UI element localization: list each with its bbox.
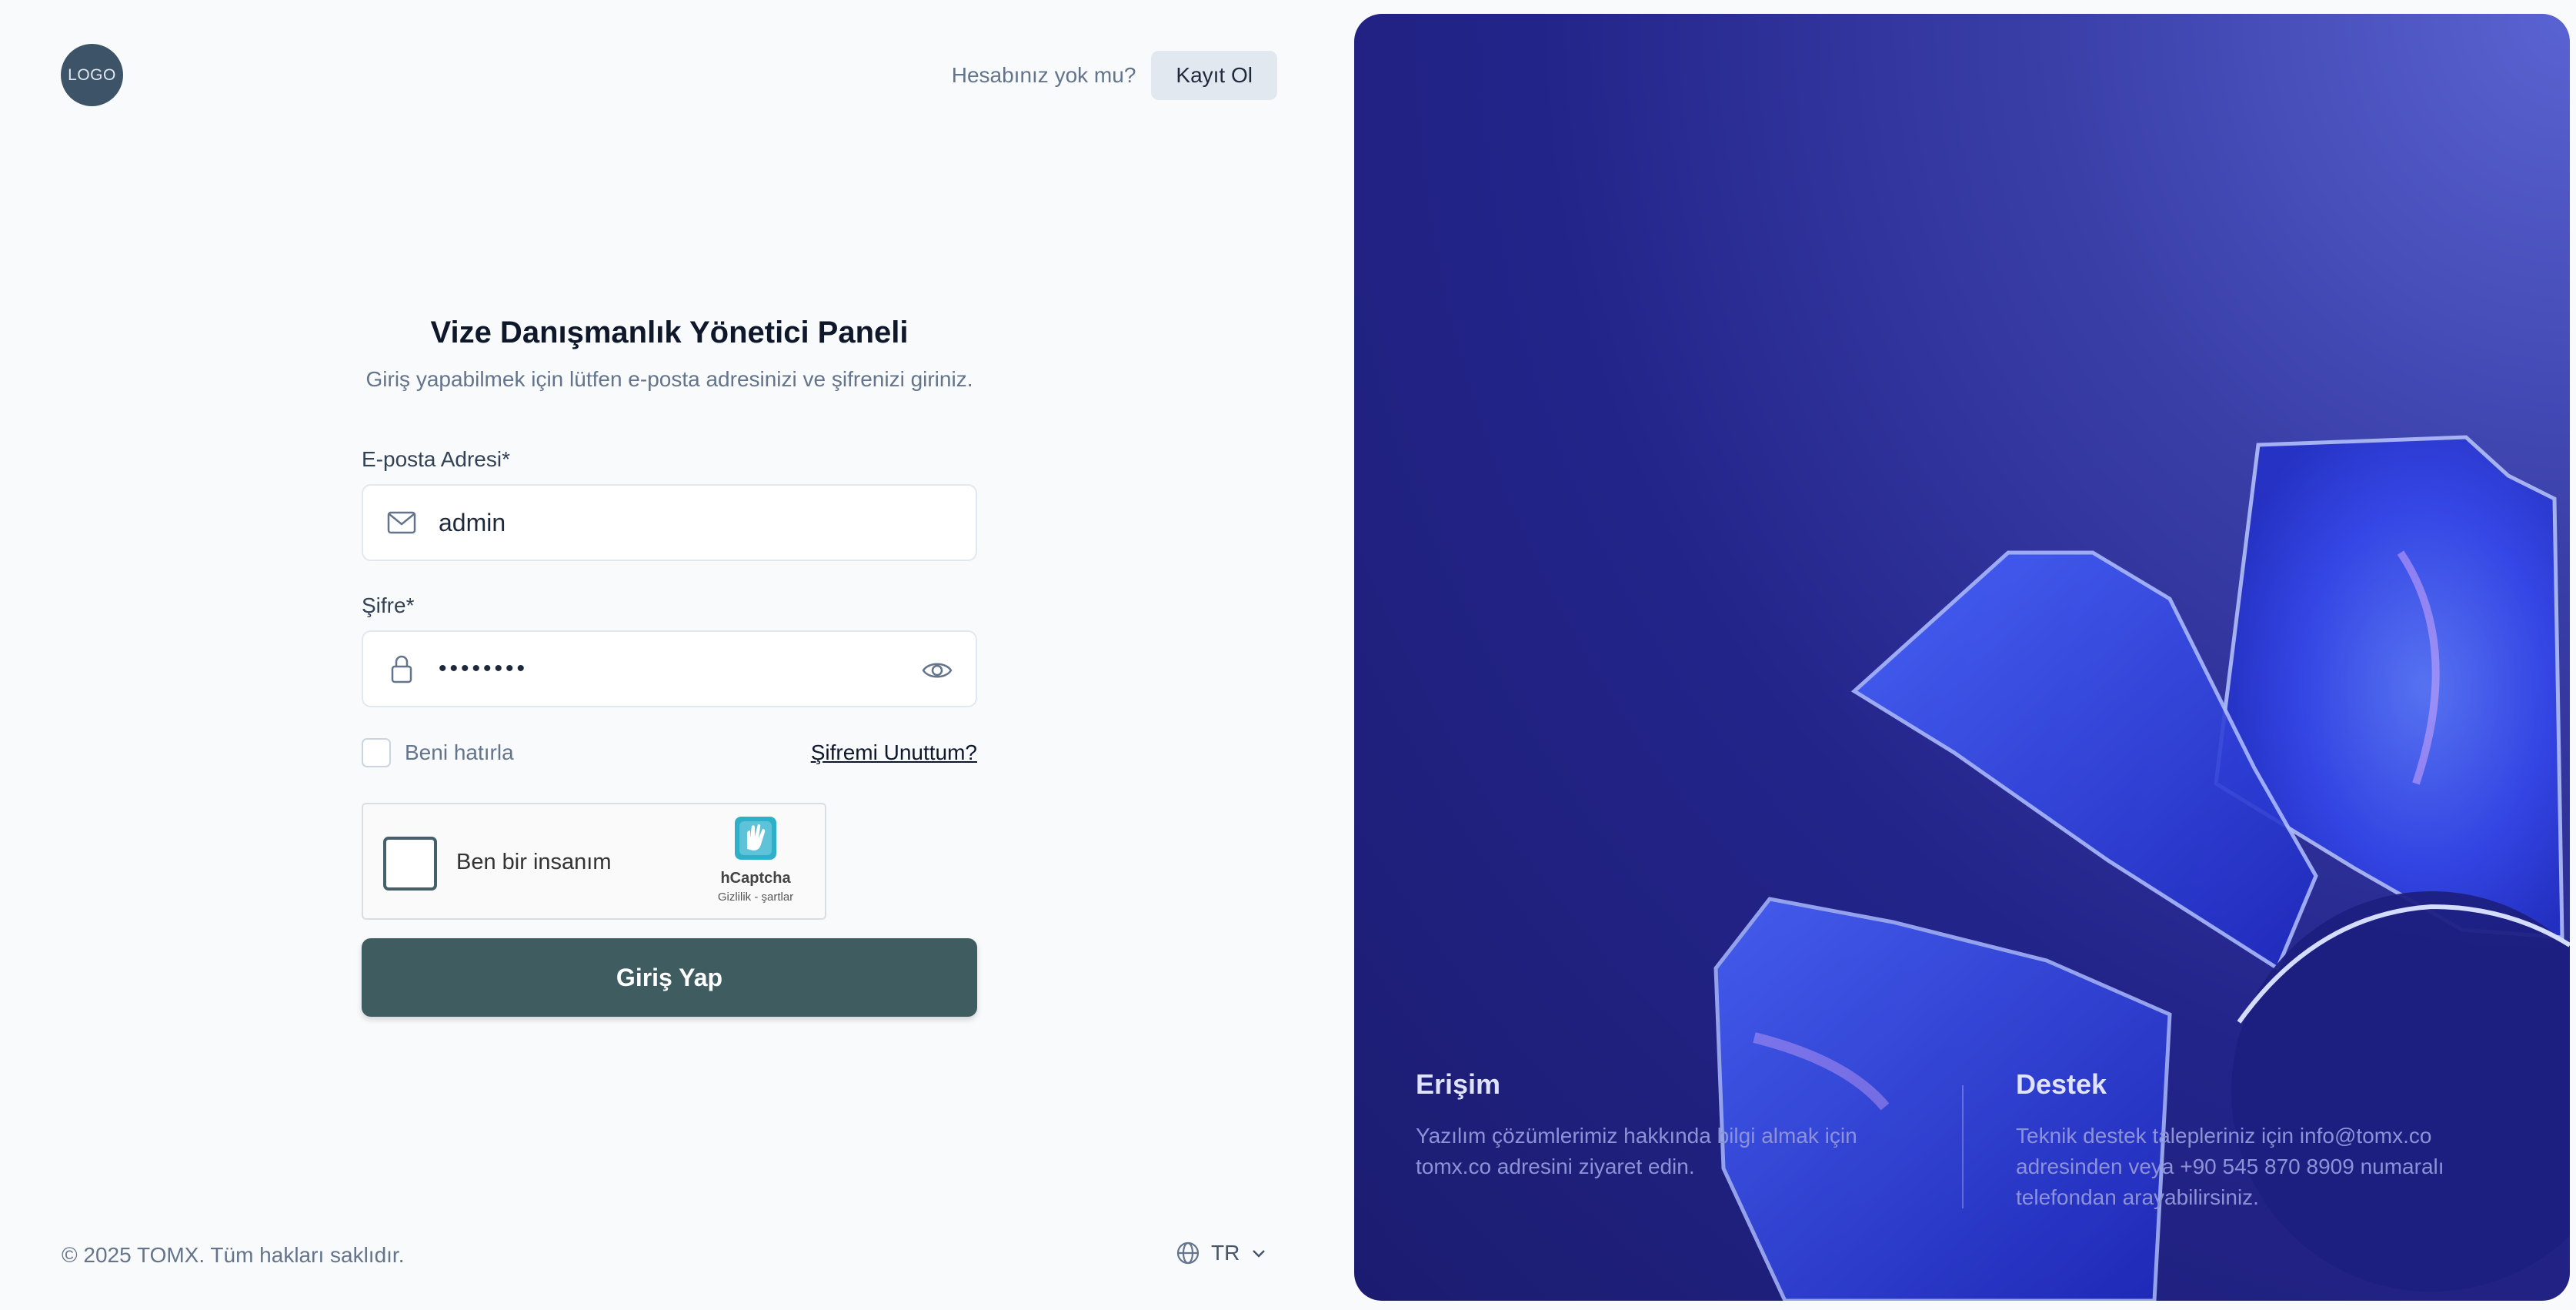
forgot-password-link[interactable]: Şifremi Unuttum? bbox=[811, 740, 977, 765]
captcha-checkbox[interactable] bbox=[383, 837, 437, 891]
captcha-brand: hCaptcha Gizlilik - şartlar bbox=[702, 815, 809, 904]
support-text: Teknik destek talepleriniz için info@tom… bbox=[2016, 1124, 2444, 1209]
captcha-label: Ben bir insanım bbox=[456, 850, 612, 874]
signup-button[interactable]: Kayıt Ol bbox=[1151, 51, 1277, 100]
email-field[interactable]: admin bbox=[362, 484, 977, 561]
captcha-widget: Ben bir insanım hCaptcha Gizlilik - şart… bbox=[362, 803, 826, 920]
mail-icon bbox=[386, 507, 417, 538]
password-value[interactable]: •••••••• bbox=[439, 656, 528, 682]
copyright: © 2025 TOMX. Tüm hakları saklıdır. bbox=[62, 1243, 405, 1267]
login-panel: LOGO Hesabınız yok mu? Kayıt Ol Vize Dan… bbox=[0, 0, 1354, 1310]
chevron-down-icon bbox=[1253, 1250, 1266, 1258]
captcha-terms-link[interactable]: Gizlilik - şartlar bbox=[702, 891, 809, 904]
signup-question: Hesabınız yok mu? bbox=[951, 63, 1136, 87]
email-value[interactable]: admin bbox=[439, 509, 506, 537]
signup-prompt: Hesabınız yok mu? Kayıt Ol bbox=[952, 51, 1277, 100]
password-field[interactable]: •••••••• bbox=[362, 630, 977, 707]
access-title: Erişim bbox=[1416, 1068, 1501, 1100]
access-text: Yazılım çözümlerimiz hakkında bilgi alma… bbox=[1416, 1124, 1857, 1178]
password-label: Şifre* bbox=[362, 593, 415, 617]
language-code: TR bbox=[1211, 1241, 1240, 1265]
hero-panel: Erişim Yazılım çözümlerimiz hakkında bil… bbox=[1354, 14, 2570, 1301]
globe-icon bbox=[1176, 1241, 1200, 1265]
remember-checkbox[interactable] bbox=[362, 738, 391, 767]
remember-me[interactable]: Beni hatırla bbox=[362, 738, 514, 767]
info-divider bbox=[1962, 1085, 1964, 1208]
language-selector[interactable]: TR bbox=[1176, 1241, 1267, 1265]
hcaptcha-icon bbox=[735, 817, 776, 860]
eye-icon[interactable] bbox=[922, 655, 953, 686]
access-info: Erişim Yazılım çözümlerimiz hakkında bil… bbox=[1416, 1068, 1908, 1182]
captcha-brand-name: hCaptcha bbox=[720, 870, 791, 887]
page-subtitle: Giriş yapabilmek için lütfen e-posta adr… bbox=[365, 367, 973, 391]
support-title: Destek bbox=[2016, 1068, 2107, 1100]
lock-icon bbox=[386, 653, 417, 684]
email-label: E-posta Adresi* bbox=[362, 447, 510, 471]
logo: LOGO bbox=[61, 44, 123, 106]
remember-label: Beni hatırla bbox=[405, 740, 514, 764]
login-button[interactable]: Giriş Yap bbox=[362, 938, 977, 1017]
login-form: Vize Danışmanlık Yönetici Paneli Giriş y… bbox=[362, 316, 977, 1017]
support-info: Destek Teknik destek talepleriniz için i… bbox=[2016, 1068, 2508, 1213]
page-title: Vize Danışmanlık Yönetici Paneli bbox=[430, 316, 909, 349]
remember-row: Beni hatırla Şifremi Unuttum? bbox=[362, 738, 977, 767]
